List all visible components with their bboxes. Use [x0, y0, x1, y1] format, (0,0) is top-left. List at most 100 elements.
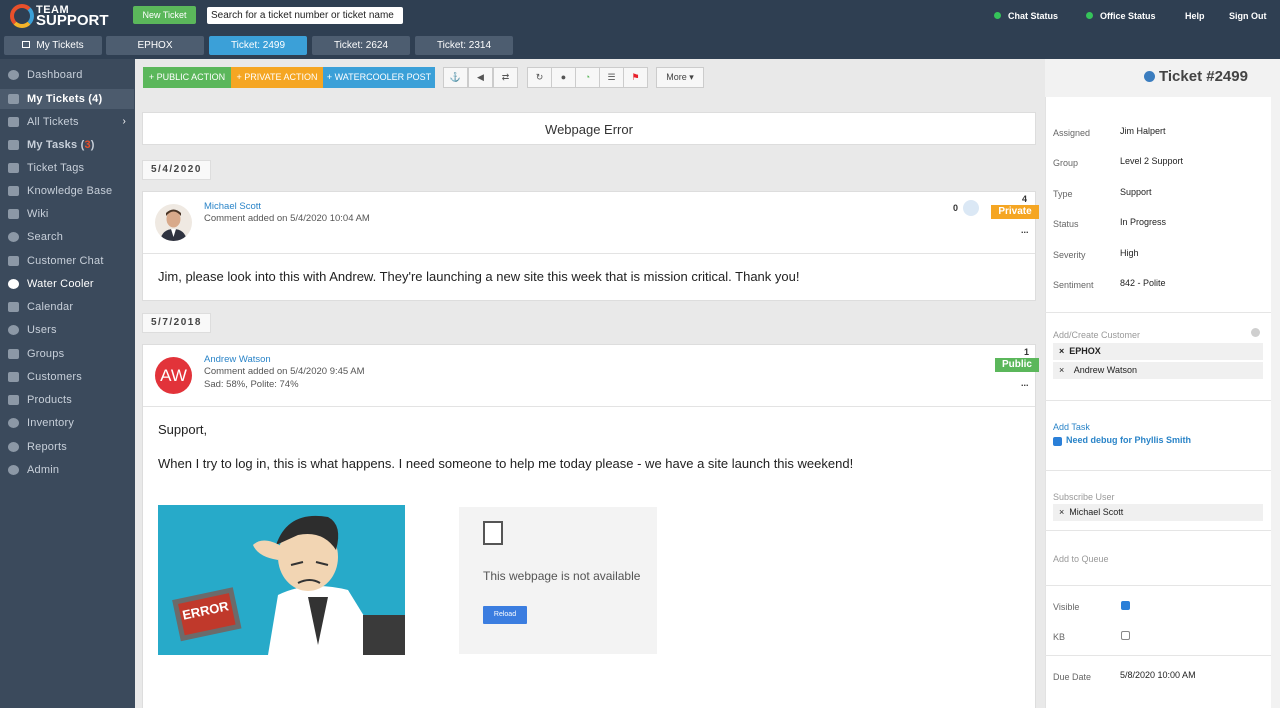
post-header: Michael Scott Comment added on 5/4/2020 … — [143, 192, 1039, 254]
customer-name[interactable]: Andrew Watson — [1074, 365, 1137, 375]
sidebar-item-label: Groups — [27, 348, 65, 360]
add-private-action-button[interactable]: + PRIVATE ACTION — [231, 67, 323, 88]
webpage-unavailable-screenshot[interactable]: This webpage is not available Reload — [459, 507, 657, 654]
post-date-header: 5/7/2018 — [142, 313, 211, 333]
add-to-queue-label[interactable]: Add to Queue — [1053, 554, 1109, 564]
right-scrollbar[interactable] — [1271, 59, 1280, 708]
ticket-search-input[interactable] — [207, 7, 403, 24]
add-watercooler-post-button[interactable]: + WATERCOOLER POST — [323, 67, 435, 88]
divider — [1045, 400, 1271, 401]
help-link[interactable]: Help — [1185, 11, 1205, 21]
tab-ticket-2499[interactable]: Ticket: 2499 — [209, 36, 307, 55]
sidebar-item-wiki[interactable]: Wiki — [0, 204, 134, 224]
post-greeting: Support, — [158, 422, 208, 437]
divider — [1045, 530, 1271, 531]
post-more-menu[interactable]: ... — [1021, 378, 1029, 388]
post-author-link[interactable]: Andrew Watson — [204, 354, 271, 365]
refresh-button[interactable]: ↻ — [527, 67, 552, 88]
remove-icon[interactable]: × — [1059, 365, 1064, 375]
group-value[interactable]: Level 2 Support — [1120, 156, 1183, 166]
sidebar-item-groups[interactable]: Groups — [0, 344, 134, 364]
water-drop-icon — [8, 279, 19, 289]
sidebar-item-calendar[interactable]: Calendar — [0, 297, 134, 317]
add-customer-label[interactable]: Add/Create Customer — [1053, 330, 1140, 340]
illustration-drawing — [158, 505, 405, 655]
reports-icon — [8, 442, 19, 452]
sidebar-item-dashboard[interactable]: Dashboard — [0, 65, 134, 85]
sidebar-item-inventory[interactable]: Inventory — [0, 413, 134, 433]
private-badge: Private — [991, 205, 1039, 219]
sidebar-item-admin[interactable]: Admin — [0, 460, 134, 480]
divider — [1045, 655, 1271, 656]
list-button[interactable]: ☰ — [599, 67, 624, 88]
sidebar-item-my-tasks[interactable]: My Tasks (3) — [0, 135, 134, 155]
sidebar-item-users[interactable]: Users — [0, 320, 134, 340]
sidebar-item-customer-chat[interactable]: Customer Chat — [0, 251, 134, 271]
sidebar-item-products[interactable]: Products — [0, 390, 134, 410]
sidebar-item-all-tickets[interactable]: All Tickets › — [0, 112, 134, 132]
tab-ticket-2624[interactable]: Ticket: 2624 — [312, 36, 410, 55]
customer-name[interactable]: EPHOX — [1069, 346, 1101, 356]
like-thumb-icon[interactable] — [963, 200, 979, 216]
ticket-subject[interactable]: Webpage Error — [142, 112, 1036, 145]
kb-checkbox[interactable] — [1121, 631, 1130, 640]
avatar[interactable] — [155, 204, 192, 241]
teamsupport-logo[interactable]: TEAM SUPPORT — [10, 2, 112, 28]
sidebar-item-water-cooler[interactable]: Water Cooler — [0, 274, 134, 294]
chat-icon — [8, 256, 19, 266]
anchor-button[interactable]: ⚓ — [443, 67, 468, 88]
tab-ephox[interactable]: EPHOX — [106, 36, 204, 55]
sidebar-item-search[interactable]: Search — [0, 227, 134, 247]
post-more-menu[interactable]: ... — [1021, 225, 1029, 235]
post-timestamp: Comment added on 5/4/2020 10:04 AM — [204, 213, 370, 224]
avatar[interactable]: AW — [155, 357, 192, 394]
sidebar-item-reports[interactable]: Reports — [0, 437, 134, 457]
merge-button[interactable]: ⇄ — [493, 67, 518, 88]
action-count: 4 — [1022, 194, 1028, 204]
type-value[interactable]: Support — [1120, 187, 1152, 197]
announce-button[interactable]: ◀ — [468, 67, 493, 88]
chat-status-toggle[interactable]: Chat Status — [994, 11, 1058, 21]
post-author-link[interactable]: Michael Scott — [204, 201, 261, 212]
sidebar-item-ticket-tags[interactable]: Ticket Tags — [0, 158, 134, 178]
rss-button[interactable]: ◔ — [575, 67, 600, 88]
record-button[interactable]: ● — [551, 67, 576, 88]
severity-value[interactable]: High — [1120, 248, 1139, 258]
tab-label: My Tickets — [36, 40, 84, 51]
flag-button[interactable]: ⚑ — [623, 67, 648, 88]
remove-icon[interactable]: × — [1059, 507, 1064, 517]
add-public-action-button[interactable]: + PUBLIC ACTION — [143, 67, 231, 88]
due-date-label: Due Date — [1053, 672, 1092, 682]
more-dropdown[interactable]: More ▾ — [656, 67, 704, 88]
reload-button: Reload — [483, 606, 527, 624]
subscribe-user-label[interactable]: Subscribe User — [1053, 492, 1115, 502]
sidebar-item-my-tickets[interactable]: My Tickets (4) — [0, 89, 134, 109]
chat-status-dot-icon — [994, 12, 1001, 19]
sidebar-item-knowledge-base[interactable]: Knowledge Base — [0, 181, 134, 201]
ticket-properties-panel — [1045, 97, 1271, 708]
customer-chip-andrew-watson: × Andrew Watson — [1053, 362, 1263, 379]
office-status-toggle[interactable]: Office Status — [1086, 11, 1156, 21]
subscriber-name[interactable]: Michael Scott — [1069, 507, 1123, 517]
assigned-value[interactable]: Jim Halpert — [1120, 126, 1166, 136]
due-date-value[interactable]: 5/8/2020 10:00 AM — [1120, 670, 1196, 680]
user-icon — [8, 325, 19, 335]
logo-ring-icon — [10, 4, 34, 28]
task-checkbox[interactable] — [1053, 437, 1062, 446]
info-icon[interactable] — [1251, 328, 1260, 337]
tab-ticket-2314[interactable]: Ticket: 2314 — [415, 36, 513, 55]
visible-checkbox[interactable] — [1121, 601, 1130, 610]
status-value[interactable]: In Progress — [1120, 217, 1166, 227]
remove-icon[interactable]: × — [1059, 346, 1064, 356]
michael-scott-avatar-image — [155, 204, 192, 241]
inventory-icon — [8, 418, 19, 428]
sidebar-item-label: Users — [27, 324, 57, 336]
tab-my-tickets[interactable]: My Tickets — [4, 36, 102, 55]
new-ticket-button[interactable]: New Ticket — [133, 6, 196, 24]
sidebar-item-label: Calendar — [27, 301, 74, 313]
sign-out-link[interactable]: Sign Out — [1229, 11, 1267, 21]
add-task-link[interactable]: Add Task — [1053, 422, 1090, 432]
frustrated-user-illustration[interactable]: ERROR — [158, 505, 405, 655]
sidebar-item-customers[interactable]: Customers — [0, 367, 134, 387]
task-item-link[interactable]: Need debug for Phyllis Smith — [1066, 435, 1191, 445]
